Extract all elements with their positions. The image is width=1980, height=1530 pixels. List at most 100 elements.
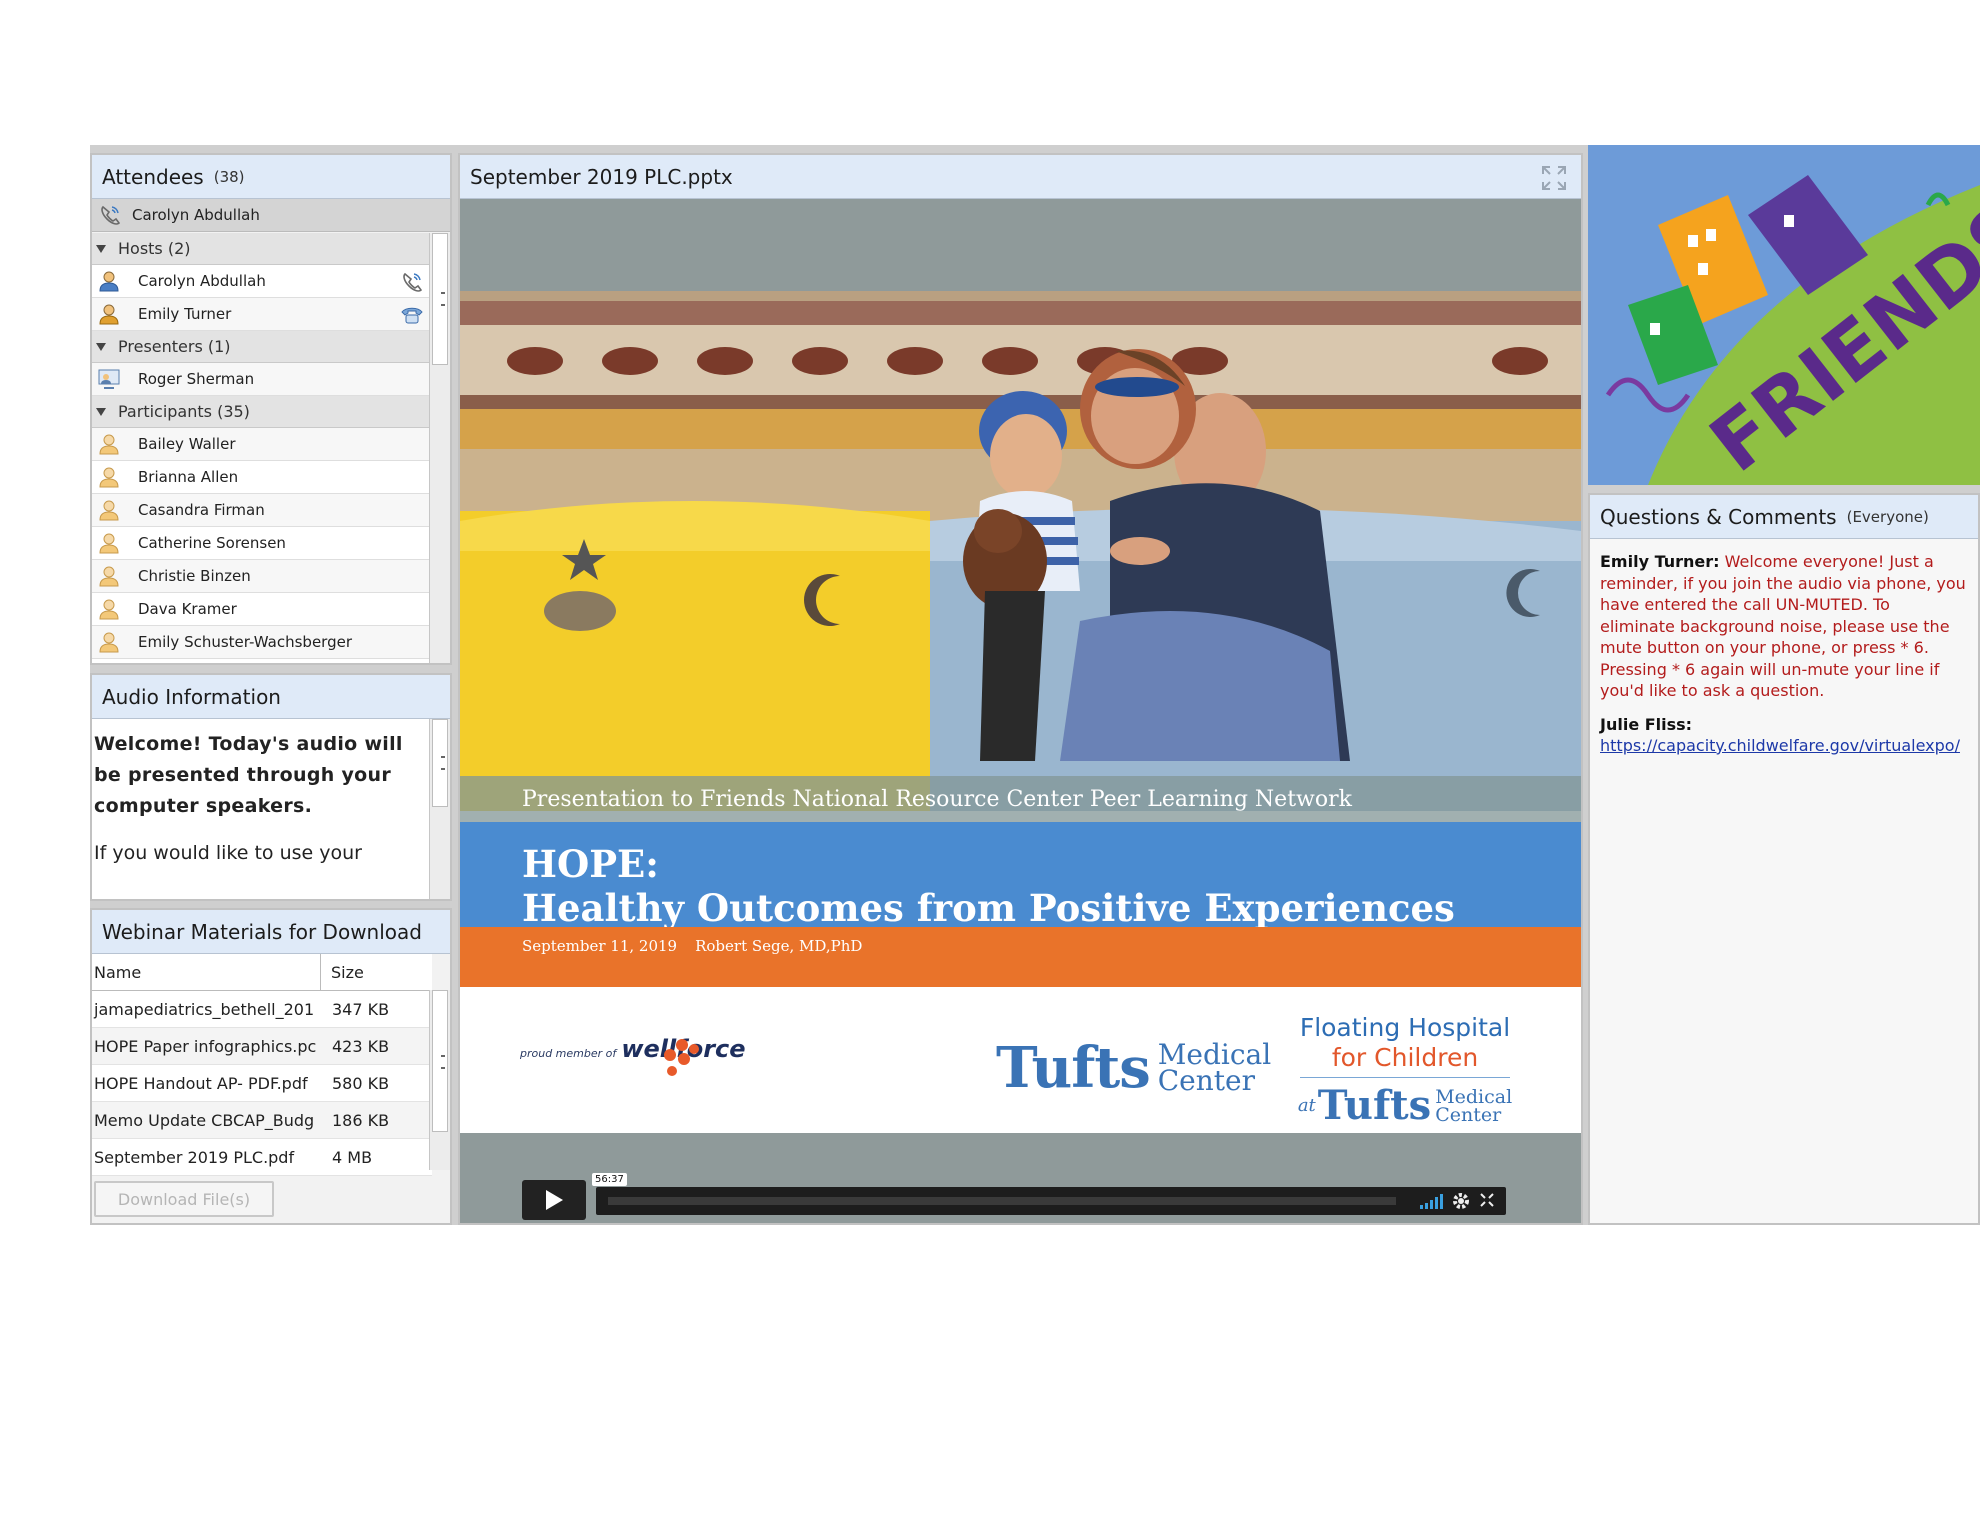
audio-scrollbar[interactable] bbox=[429, 719, 450, 899]
collapse-triangle-icon[interactable] bbox=[96, 342, 106, 351]
seek-bar[interactable] bbox=[596, 1187, 1506, 1215]
phone-icon[interactable] bbox=[400, 271, 424, 293]
audio-welcome-text: Welcome! Today's audio will be presented… bbox=[94, 733, 403, 817]
file-row[interactable]: jamapediatrics_bethell_201 347 KB bbox=[92, 991, 432, 1028]
for-children-text: for Children bbox=[1331, 1043, 1479, 1072]
slide-subtitle: September 11, 2019 Robert Sege, MD,PhD bbox=[522, 937, 880, 955]
tufts-medical-center-logo: Tufts Medical Center bbox=[996, 1035, 1271, 1101]
attendee-row[interactable]: Roger Sherman bbox=[92, 363, 432, 396]
slide-subtitle-band: September 11, 2019 Robert Sege, MD,PhD bbox=[460, 927, 1581, 987]
floating-hospital-text: Floating Hospital bbox=[1299, 1013, 1511, 1042]
logo-divider bbox=[1300, 1077, 1510, 1078]
tufts-medical-center-text: Medical Center bbox=[1158, 1041, 1271, 1095]
scroll-thumb[interactable] bbox=[432, 233, 448, 365]
chat-message: Julie Fliss: https://capacity.childwelfa… bbox=[1600, 714, 1968, 757]
participant-icon bbox=[99, 467, 119, 488]
attendee-row[interactable]: Emily Schuster-Wachsberger bbox=[92, 626, 432, 659]
tufts-wordmark: Tufts bbox=[996, 1035, 1151, 1101]
attendees-header: Attendees (38) bbox=[92, 155, 450, 199]
attendee-name: Christie Binzen bbox=[138, 567, 251, 585]
telephone-icon[interactable] bbox=[400, 304, 424, 326]
fullscreen-icon[interactable] bbox=[1480, 1193, 1494, 1207]
attendee-name: Emily Turner bbox=[138, 305, 232, 323]
attendees-pod: Attendees (38) Carolyn Abdullah Hosts (2… bbox=[90, 153, 452, 665]
file-table-header: Name Size bbox=[92, 954, 432, 991]
host-person-icon bbox=[99, 304, 119, 325]
qa-audience[interactable]: (Everyone) bbox=[1847, 508, 1929, 526]
column-header-name[interactable]: Name bbox=[92, 954, 321, 990]
audio-title: Audio Information bbox=[102, 684, 281, 709]
attendee-name: Emily Schuster-Wachsberger bbox=[138, 633, 352, 651]
file-size: 4 MB bbox=[332, 1147, 373, 1167]
file-size: 580 KB bbox=[332, 1073, 390, 1093]
file-size: 423 KB bbox=[332, 1036, 390, 1056]
attendee-row[interactable]: Catherine Sorensen bbox=[92, 527, 432, 560]
tufts-wordmark-small: Tufts bbox=[1317, 1082, 1432, 1129]
share-pod: September 2019 PLC.pptx Presentation to … bbox=[458, 153, 1583, 1225]
file-size: 186 KB bbox=[332, 1110, 390, 1130]
attendee-name: Bailey Waller bbox=[138, 435, 236, 453]
group-presenters[interactable]: Presenters (1) bbox=[92, 331, 432, 363]
at-text: at bbox=[1297, 1095, 1316, 1116]
audio-instructions-text: If you would like to use your bbox=[94, 842, 362, 864]
progress-track[interactable] bbox=[608, 1197, 1396, 1205]
slide-logos: proud member of wellforce Tufts MedicalC… bbox=[460, 987, 1581, 1133]
slide-caption: Presentation to Friends National Resourc… bbox=[460, 776, 1581, 822]
current-user-row[interactable]: Carolyn Abdullah bbox=[92, 199, 450, 232]
phone-icon[interactable] bbox=[98, 204, 122, 226]
attendee-row[interactable]: Carolyn Abdullah bbox=[92, 265, 432, 298]
fullscreen-expand-icon[interactable] bbox=[1541, 165, 1567, 191]
video-player-controls: 56:37 bbox=[460, 1133, 1581, 1223]
materials-pod: Webinar Materials for Download Name Size… bbox=[90, 908, 452, 1225]
attendee-row[interactable]: Emily Turner bbox=[92, 298, 432, 331]
collapse-triangle-icon[interactable] bbox=[96, 244, 106, 253]
materials-header: Webinar Materials for Download bbox=[92, 910, 450, 954]
attendee-row[interactable]: Bailey Waller bbox=[92, 428, 432, 461]
grip-icon bbox=[441, 756, 445, 770]
group-participants[interactable]: Participants (35) bbox=[92, 396, 432, 428]
file-row[interactable]: September 2019 PLC.pdf 4 MB bbox=[92, 1139, 432, 1176]
scroll-thumb[interactable] bbox=[432, 719, 448, 807]
attendee-scrollbar[interactable] bbox=[429, 233, 450, 663]
file-row[interactable]: HOPE Handout AP- PDF.pdf 580 KB bbox=[92, 1065, 432, 1102]
participant-icon bbox=[99, 599, 119, 620]
attendee-name: Brianna Allen bbox=[138, 468, 239, 486]
group-label: Hosts (2) bbox=[118, 239, 191, 258]
materials-title: Webinar Materials for Download bbox=[102, 919, 422, 944]
participant-icon bbox=[99, 533, 119, 554]
slide-title-band: HOPE: Healthy Outcomes from Positive Exp… bbox=[460, 822, 1581, 930]
settings-gear-icon[interactable] bbox=[1452, 1192, 1470, 1210]
share-header: September 2019 PLC.pptx bbox=[460, 155, 1581, 199]
scroll-thumb[interactable] bbox=[432, 990, 448, 1132]
collapse-triangle-icon[interactable] bbox=[96, 407, 106, 416]
file-table: jamapediatrics_bethell_201 347 KB HOPE Pa… bbox=[92, 991, 432, 1176]
connect-meeting-room: Attendees (38) Carolyn Abdullah Hosts (2… bbox=[90, 145, 1980, 1225]
slide-date: September 11, 2019 bbox=[522, 937, 678, 955]
chat-text: Welcome everyone! Just a reminder, if yo… bbox=[1600, 552, 1966, 700]
materials-scrollbar[interactable] bbox=[429, 990, 450, 1170]
playback-time: 56:37 bbox=[592, 1173, 627, 1186]
host-person-icon bbox=[99, 271, 119, 292]
current-user-name: Carolyn Abdullah bbox=[132, 206, 260, 224]
attendee-row[interactable]: Casandra Firman bbox=[92, 494, 432, 527]
slide-area: Presentation to Friends National Resourc… bbox=[460, 291, 1581, 1133]
floating-tufts-line: at Tufts Medical Center bbox=[1290, 1082, 1520, 1129]
audio-text: Welcome! Today's audio will be presented… bbox=[92, 719, 430, 899]
volume-icon[interactable] bbox=[1420, 1193, 1444, 1209]
attendee-name: Carolyn Abdullah bbox=[138, 272, 266, 290]
attendee-row[interactable]: Christie Binzen bbox=[92, 560, 432, 593]
slide-photo bbox=[460, 291, 1581, 811]
chat-message: Emily Turner: Welcome everyone! Just a r… bbox=[1600, 551, 1968, 702]
file-name: Memo Update CBCAP_Budg bbox=[94, 1110, 315, 1130]
download-files-button[interactable]: Download File(s) bbox=[94, 1181, 274, 1217]
friends-logo-art: FRIENDS bbox=[1588, 145, 1980, 485]
attendee-row[interactable]: Brianna Allen bbox=[92, 461, 432, 494]
file-row[interactable]: HOPE Paper infographics.pc 423 KB bbox=[92, 1028, 432, 1065]
group-hosts[interactable]: Hosts (2) bbox=[92, 233, 432, 265]
column-header-size[interactable]: Size bbox=[321, 954, 364, 990]
chat-link[interactable]: https://capacity.childwelfare.gov/virtua… bbox=[1600, 736, 1960, 755]
file-row[interactable]: Memo Update CBCAP_Budg 186 KB bbox=[92, 1102, 432, 1139]
play-button[interactable] bbox=[522, 1180, 586, 1220]
attendee-row[interactable]: Dava Kramer bbox=[92, 593, 432, 626]
friends-logo: FRIENDS bbox=[1588, 145, 1980, 485]
